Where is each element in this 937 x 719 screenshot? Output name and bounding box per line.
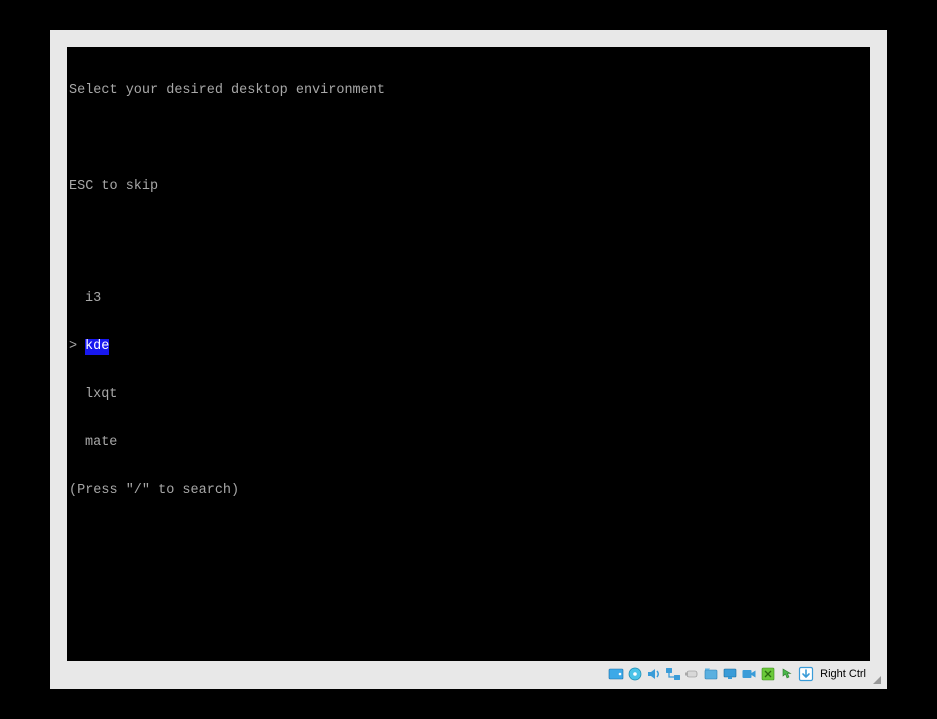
keyboard-captured-icon[interactable] <box>798 666 814 682</box>
resize-grip-icon[interactable] <box>871 674 881 684</box>
menu-item-label: mate <box>85 435 117 451</box>
pointer-col <box>69 435 85 451</box>
menu-item-mate[interactable]: mate <box>69 435 868 451</box>
pointer-indicator: > <box>69 339 85 355</box>
search-hint: (Press "/" to search) <box>69 483 868 499</box>
skip-instruction: ESC to skip <box>69 179 868 195</box>
network-icon[interactable] <box>665 666 681 682</box>
prompt-text: Select your desired desktop environment <box>69 83 868 99</box>
audio-icon[interactable] <box>646 666 662 682</box>
menu-item-kde[interactable]: > kde <box>69 339 868 355</box>
shared-folders-icon[interactable] <box>703 666 719 682</box>
host-key-label: Right Ctrl <box>820 668 866 680</box>
display-icon[interactable] <box>722 666 738 682</box>
menu-item-label: kde <box>85 339 109 355</box>
hard-disk-icon[interactable] <box>608 666 624 682</box>
recording-icon[interactable] <box>741 666 757 682</box>
mouse-integration-icon[interactable] <box>779 666 795 682</box>
vm-window-frame: Select your desired desktop environment … <box>50 30 887 689</box>
pointer-col <box>69 387 85 403</box>
blank-line <box>69 131 868 147</box>
features-icon[interactable] <box>760 666 776 682</box>
menu-item-i3[interactable]: i3 <box>69 291 868 307</box>
usb-icon[interactable] <box>684 666 700 682</box>
vm-status-bar: Right Ctrl <box>50 661 887 689</box>
menu-item-label: lxqt <box>85 387 117 403</box>
blank-line <box>69 227 868 243</box>
optical-disk-icon[interactable] <box>627 666 643 682</box>
menu-item-label: i3 <box>85 291 101 307</box>
menu-item-lxqt[interactable]: lxqt <box>69 387 868 403</box>
terminal-console[interactable]: Select your desired desktop environment … <box>67 47 870 661</box>
pointer-col <box>69 291 85 307</box>
